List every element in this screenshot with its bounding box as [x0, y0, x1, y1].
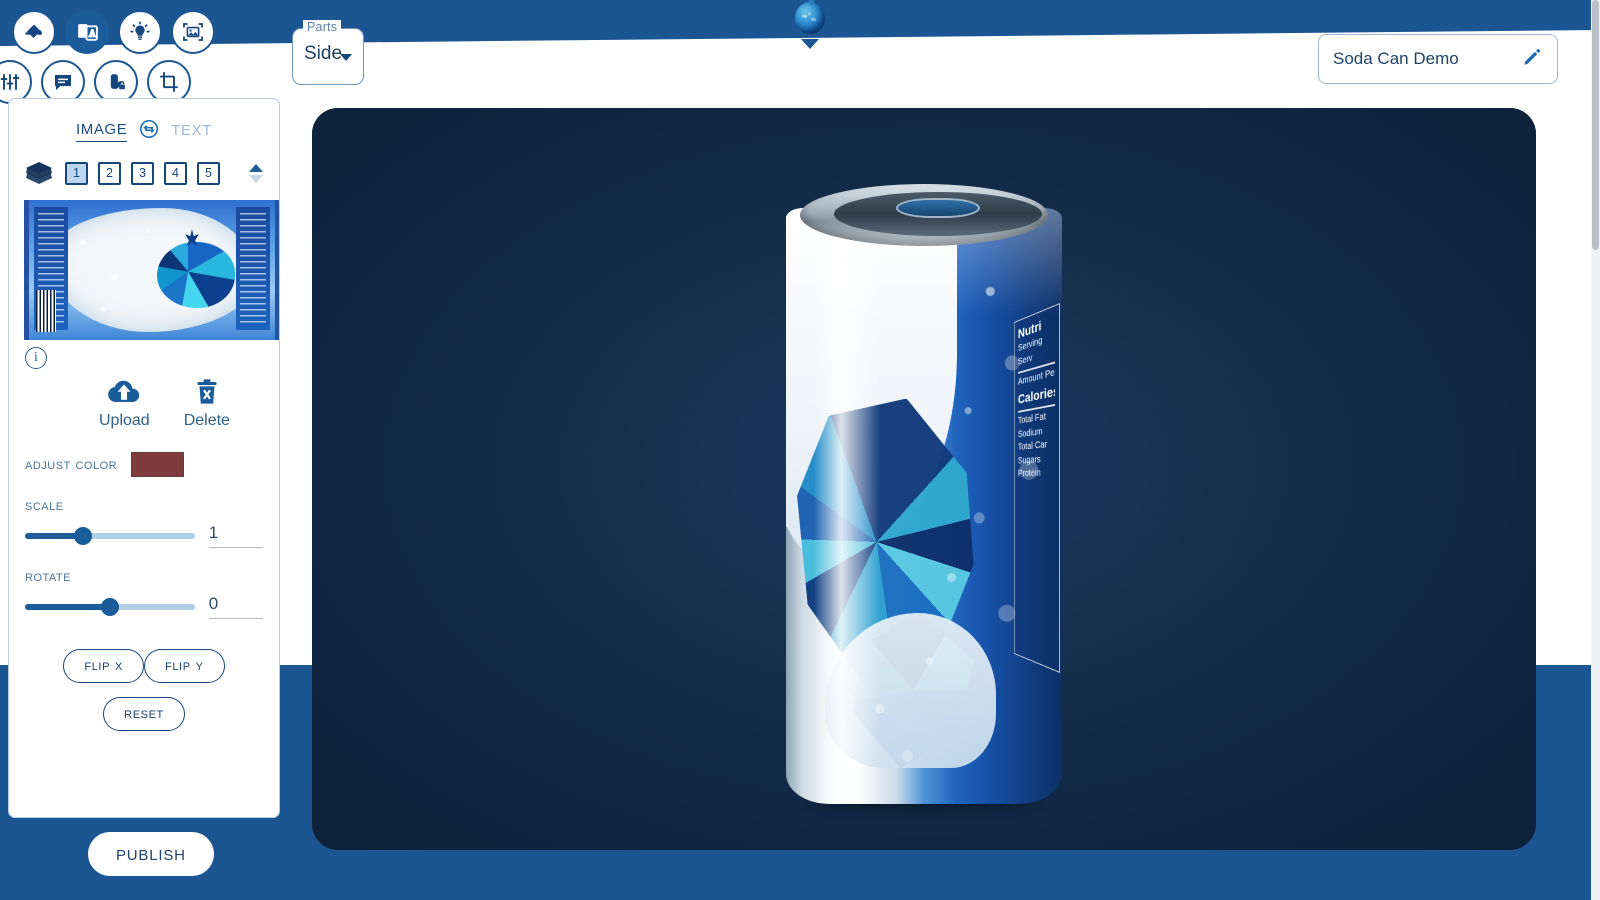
scale-slider-knob[interactable] — [73, 527, 92, 545]
layer-button-2[interactable]: 2 — [98, 161, 124, 188]
chevron-up-icon[interactable] — [249, 163, 263, 172]
image-text-icon: S A — [77, 23, 98, 41]
image-frame-icon — [183, 23, 203, 41]
layer-button-4[interactable]: 4 — [164, 161, 190, 188]
rotate-slider-knob[interactable] — [100, 598, 119, 616]
rotate-slider-fill — [25, 604, 110, 610]
adjust-color-row: Adjust Color — [25, 452, 263, 477]
can-body: Nutri Serving Serv Amount Per Calories T… — [786, 207, 1062, 804]
page-scrollbar-thumb[interactable] — [1592, 0, 1599, 250]
can-lid — [800, 183, 1048, 246]
rotate-value: 0 — [208, 594, 219, 613]
hand-lock-icon — [110, 74, 125, 90]
rotate-value-box[interactable]: 0 — [208, 594, 263, 619]
swap-arrows-icon[interactable] — [138, 118, 160, 140]
upload-delete-row: Upload Delete — [25, 378, 263, 430]
background-tool-button[interactable] — [171, 10, 215, 54]
layer-button-3[interactable]: 3 — [131, 161, 157, 188]
tool-toolbar: S A — [0, 10, 242, 104]
reset-button[interactable]: Reset — [103, 697, 185, 731]
chevron-down-icon[interactable] — [801, 39, 819, 49]
nutrition-row: Protein — [1017, 468, 1041, 480]
rotate-slider[interactable] — [25, 598, 195, 616]
layer-button-1[interactable]: 1 — [65, 161, 91, 188]
thumbnail-text-lines — [240, 213, 267, 325]
lightbulb-icon — [130, 21, 150, 40]
reset-button-row: Reset — [25, 697, 263, 731]
sliders-icon — [0, 74, 20, 90]
layer-selector: 1 2 3 4 5 — [25, 160, 263, 188]
project-title-field[interactable]: Soda Can Demo — [1318, 34, 1558, 84]
thumbnail-berry-art — [156, 242, 235, 308]
tab-text[interactable]: Text — [171, 117, 212, 141]
delete-label: Delete — [183, 412, 230, 429]
pencil-icon[interactable] — [1521, 46, 1543, 73]
lighting-tool-button[interactable] — [118, 10, 162, 54]
scale-label: Scale — [25, 497, 64, 514]
scale-value-box[interactable]: 1 — [208, 523, 263, 548]
toolbar-row-1: S A — [12, 10, 242, 54]
fill-color-tool-button[interactable] — [12, 10, 56, 54]
flip-button-row: Flip X Flip Y — [25, 649, 263, 683]
parts-select-legend: Parts — [303, 20, 342, 34]
thumbnail-nutrition-panel-right — [236, 207, 271, 331]
layer-artwork-thumbnail[interactable] — [24, 200, 279, 340]
thumbnail-barcode — [36, 289, 57, 332]
paint-bucket-icon — [25, 24, 42, 38]
app-root: S A Parts Side Soda Can Demo image text … — [0, 0, 1600, 900]
parts-select[interactable]: Parts Side — [292, 20, 364, 85]
rotate-label: Rotate — [25, 568, 71, 585]
can-nutrition-panel: Nutri Serving Serv Amount Per Calories T… — [1013, 303, 1060, 673]
adjust-color-swatch[interactable] — [131, 452, 185, 477]
upload-label: Upload — [99, 412, 150, 429]
image-editor-panel: Image Text 1 2 — [8, 98, 280, 818]
crop-icon — [160, 72, 178, 92]
soda-can-model[interactable]: Nutri Serving Serv Amount Per Calories T… — [786, 183, 1062, 810]
svg-text:A: A — [89, 29, 96, 39]
delete-button[interactable]: Delete — [184, 378, 230, 430]
trash-delete-icon — [193, 378, 221, 406]
page-scrollbar[interactable] — [1591, 0, 1600, 900]
adjust-color-label: Adjust Color — [25, 456, 118, 473]
tab-image[interactable]: Image — [75, 116, 128, 142]
scale-value: 1 — [208, 523, 219, 542]
can-pull-tab — [896, 197, 980, 218]
scale-slider[interactable] — [25, 527, 195, 545]
product-3d-viewport[interactable]: Nutri Serving Serv Amount Per Calories T… — [312, 108, 1536, 850]
cloud-upload-icon — [106, 378, 142, 406]
project-title-value: Soda Can Demo — [1333, 49, 1459, 68]
flip-x-button[interactable]: Flip X — [63, 649, 144, 683]
layer-button-5[interactable]: 5 — [197, 161, 223, 188]
publish-button[interactable]: Publish — [88, 832, 214, 876]
image-text-tool-button[interactable]: S A — [65, 10, 109, 54]
upload-button[interactable]: Upload — [99, 378, 150, 430]
mode-toggle-row: Image Text — [25, 116, 263, 142]
center-brand-logo[interactable] — [790, 0, 830, 52]
chevron-down-icon — [340, 54, 352, 61]
chevron-down-icon[interactable] — [249, 174, 263, 183]
info-icon[interactable]: i — [25, 347, 47, 369]
parts-select-value: Side — [304, 43, 343, 64]
publish-button-wrap: Publish — [88, 832, 214, 876]
layer-order-arrows — [249, 163, 263, 183]
chat-bubble-icon — [55, 75, 71, 90]
scale-slider-row: 1 — [25, 523, 263, 548]
svg-text:S: S — [80, 27, 85, 37]
layers-icon[interactable] — [25, 160, 53, 186]
flip-y-button[interactable]: Flip Y — [144, 649, 225, 683]
rotate-slider-row: 0 — [25, 594, 263, 619]
globe-icon — [795, 2, 825, 34]
